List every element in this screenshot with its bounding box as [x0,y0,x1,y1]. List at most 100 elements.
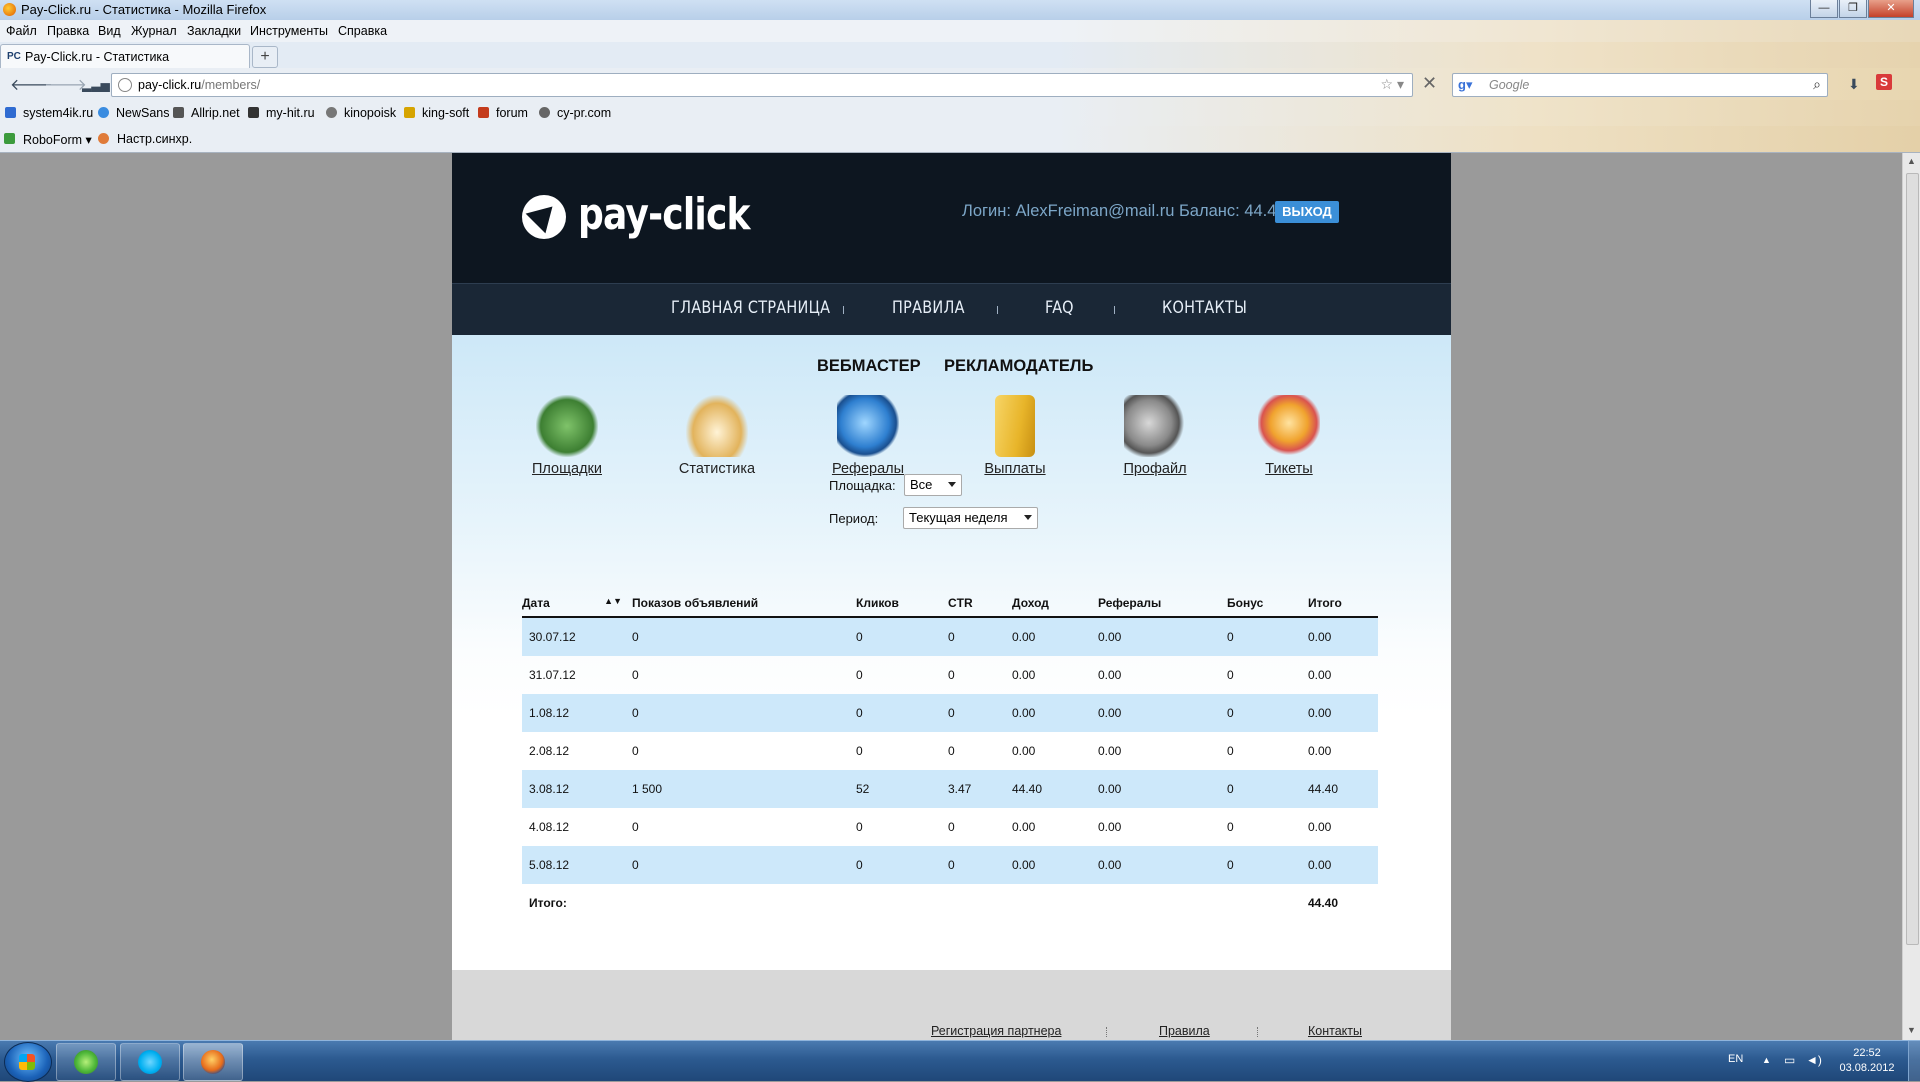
nav-rules[interactable]: ПРАВИЛА [892,298,965,318]
table-cell: 2.08.12 [529,744,570,758]
roboform-menu[interactable]: RoboForm ▾ [23,132,92,147]
bookmark-system4ik[interactable]: system4ik.ru [23,106,93,120]
column-income: Доход [1012,590,1098,618]
table-cell: 0 [1227,617,1308,656]
table-cell: 52 [856,770,948,808]
menu-profile-label[interactable]: Профайл [1095,461,1215,477]
table-cell: 0 [856,820,863,834]
system-clock[interactable]: 22:52 03.08.2012 [1832,1046,1902,1076]
menu-tickets[interactable]: Тикеты [1229,395,1349,477]
nav-contacts[interactable]: КОНТАКТЫ [1162,298,1247,318]
search-icon[interactable]: ⌕ [1813,76,1821,93]
table-row: 30.07.12 0 0 0 0.00 0.00 0 0.00 [522,617,1378,656]
start-button[interactable] [4,1042,52,1082]
tab-advertiser[interactable]: РЕКЛАМОДАТЕЛЬ [944,357,1093,376]
site-footer: Регистрация партнера Правила Контакты [452,970,1451,1040]
tray-expand-icon[interactable]: ▲ [1762,1055,1771,1065]
close-button[interactable]: ✕ [1868,0,1914,18]
footer-rules[interactable]: Правила [1159,1024,1210,1038]
show-desktop-button[interactable] [1908,1041,1920,1081]
taskbar-skype[interactable] [120,1043,180,1081]
bookmark-star-icon[interactable]: ☆ ▾ [1381,76,1404,93]
column-referrals: Рефералы [1098,590,1227,618]
addon-s-icon[interactable]: S [1876,74,1892,90]
menu-bar: Файл Правка Вид Журнал Закладки Инструме… [0,20,1920,42]
table-cell: 3.47 [948,770,1012,808]
page-scrollbar[interactable]: ▲ ▼ [1902,153,1920,1040]
period-select-value: Текущая неделя [909,510,1008,525]
site-logo[interactable]: pay-click [578,189,751,240]
footer-contacts[interactable]: Контакты [1308,1024,1362,1038]
menu-file[interactable]: Файл [6,24,37,38]
chevron-down-icon [948,482,956,487]
table-row: 2.08.12 0 0 0 0.00 0.00 0 0.00 [522,732,1378,770]
footer-partner-registration[interactable]: Регистрация партнера [931,1024,1061,1038]
url-bar[interactable]: pay-click.ru/members/ ☆ ▾ [111,73,1413,97]
table-cell: 0.00 [1308,668,1332,682]
new-tab-button[interactable]: + [252,46,278,68]
menu-help[interactable]: Справка [338,24,387,38]
scroll-down-icon[interactable]: ▼ [1907,1025,1916,1035]
taskbar-firefox[interactable] [183,1043,243,1081]
tab-pay-click[interactable]: PC Pay-Click.ru - Статистика [0,44,250,69]
url-text[interactable]: pay-click.ru/members/ [138,78,260,92]
network-icon[interactable]: ▭ [1784,1053,1795,1067]
platform-select-value: Все [910,477,933,492]
pay-click-logo-icon[interactable] [522,195,566,239]
nav-faq[interactable]: FAQ [1045,298,1074,318]
logout-button[interactable]: ВЫХОД [1275,201,1339,223]
volume-icon[interactable]: ◄) [1806,1053,1822,1067]
period-select[interactable]: Текущая неделя [903,507,1038,529]
table-cell: 0.00 [1308,744,1332,758]
menu-platforms-label[interactable]: Площадки [507,461,627,477]
menu-bookmarks[interactable]: Закладки [187,24,241,38]
bookmark-king-soft[interactable]: king-soft [422,106,469,120]
menu-tools[interactable]: Инструменты [250,24,328,38]
roboform-icon [4,133,15,144]
menu-profile[interactable]: Профайл [1095,395,1215,477]
firefox-icon [201,1050,225,1074]
sync-settings[interactable]: Настр.синхр. [117,132,192,146]
tab-webmaster[interactable]: ВЕБМАСТЕР [817,357,921,376]
platform-select[interactable]: Все [904,474,962,496]
taskbar-icq[interactable] [56,1043,116,1081]
menu-edit[interactable]: Правка [47,24,89,38]
menu-referrals[interactable]: Рефералы [808,395,928,477]
windows-logo-icon [19,1054,35,1070]
nav-separator [1114,306,1115,314]
nav-home[interactable]: ГЛАВНАЯ СТРАНИЦА [671,298,830,318]
menu-view[interactable]: Вид [98,24,121,38]
sort-icon[interactable]: ▲▼ [604,596,622,610]
bookmark-newsans[interactable]: NewSans [116,106,170,120]
scroll-up-icon[interactable]: ▲ [1907,156,1916,166]
window-titlebar: Pay-Click.ru - Статистика - Mozilla Fire… [0,0,1920,20]
language-indicator[interactable]: EN [1728,1053,1743,1065]
menu-payouts-label[interactable]: Выплаты [955,461,1075,477]
footer-separator [1257,1027,1259,1037]
bookmark-allrip[interactable]: Allrip.net [191,106,240,120]
menu-history[interactable]: Журнал [131,24,177,38]
menu-tickets-label[interactable]: Тикеты [1229,461,1349,477]
maximize-button[interactable]: ❐ [1839,0,1867,18]
menu-payouts[interactable]: Выплаты [955,395,1075,477]
table-cell: 0 [1227,744,1234,758]
bookmark-forum[interactable]: forum [496,106,528,120]
scroll-thumb[interactable] [1906,173,1919,945]
table-cell: 0.00 [1308,694,1378,732]
bookmark-kinopoisk[interactable]: kinopoisk [344,106,396,120]
site-identity-icon[interactable] [118,78,132,92]
menu-platforms[interactable]: Площадки [507,395,627,477]
bookmark-cy-pr[interactable]: cy-pr.com [557,106,611,120]
stop-button[interactable]: ✕ [1422,73,1437,94]
column-date[interactable]: Дата ▲▼ [522,590,632,618]
bookmark-favicon-icon [248,107,259,118]
table-cell: 0 [1227,770,1308,808]
bookmark-my-hit[interactable]: my-hit.ru [266,106,315,120]
gears-icon [1124,395,1186,457]
search-engine-icon[interactable]: g▾ [1458,77,1472,93]
tools-icon [536,395,598,457]
search-box[interactable]: g▾ Google ⌕ [1452,73,1828,97]
minimize-button[interactable]: — [1810,0,1838,18]
forward-button[interactable]: 🡒 [44,74,87,95]
download-icon[interactable]: ⬇ [1848,76,1860,93]
